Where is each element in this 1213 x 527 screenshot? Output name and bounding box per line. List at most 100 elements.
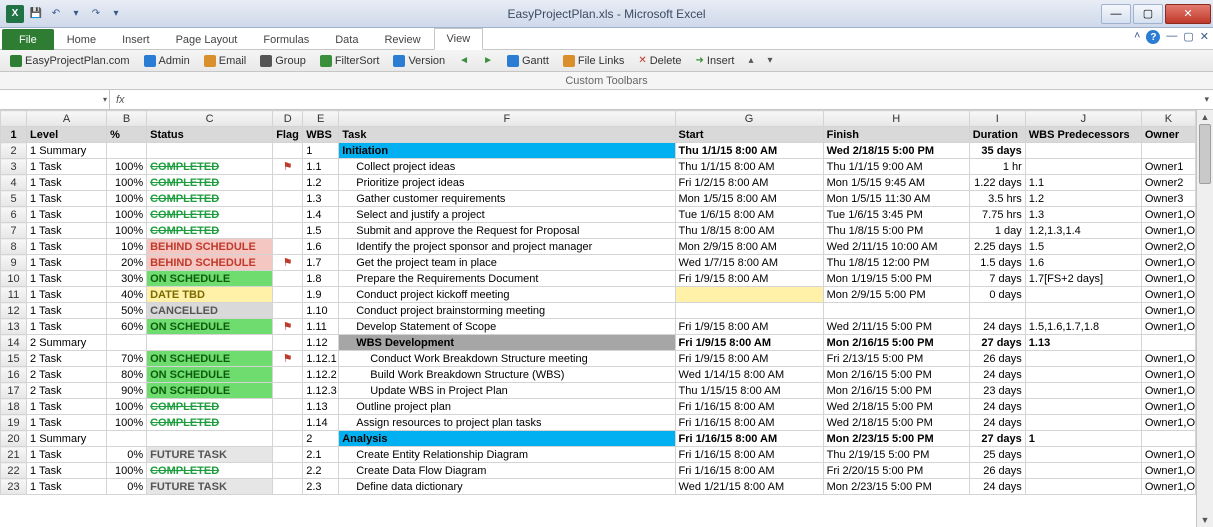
cell-pct[interactable]: 50%	[107, 303, 147, 319]
window-maximize-button[interactable]: ▢	[1133, 4, 1163, 24]
cell-start[interactable]: Thu 1/1/15 8:00 AM	[675, 143, 823, 159]
workbook-restore-button[interactable]: ▢	[1183, 30, 1193, 44]
cell-duration[interactable]: 0 days	[969, 287, 1025, 303]
spreadsheet-grid[interactable]: ABCDEFGHIJK1Level%StatusFlagWBSTaskStart…	[0, 110, 1213, 527]
cell-start[interactable]: Wed 1/7/15 8:00 AM	[675, 255, 823, 271]
cell-start[interactable]: Tue 1/6/15 8:00 AM	[675, 207, 823, 223]
cell-finish[interactable]: Mon 2/23/15 5:00 PM	[823, 431, 969, 447]
cell-status[interactable]	[147, 431, 273, 447]
cell-level[interactable]: 2 Task	[27, 351, 107, 367]
cell-finish[interactable]: Mon 2/16/15 5:00 PM	[823, 335, 969, 351]
cell-wbs[interactable]: 2.1	[303, 447, 339, 463]
cell-level[interactable]: 2 Summary	[27, 335, 107, 351]
cell-task[interactable]: Assign resources to project plan tasks	[339, 415, 675, 431]
toolbar-btn-gantt[interactable]: Gantt	[501, 52, 555, 70]
cell-duration[interactable]: 2.25 days	[969, 239, 1025, 255]
workbook-minimize-button[interactable]: —	[1166, 30, 1177, 44]
cell-flag[interactable]	[273, 303, 303, 319]
cell-duration[interactable]: 1 hr	[969, 159, 1025, 175]
cell-pct[interactable]: 40%	[107, 287, 147, 303]
cell-flag[interactable]	[273, 271, 303, 287]
cell-duration[interactable]: 3.5 hrs	[969, 191, 1025, 207]
cell-owner[interactable]: Owner1,O	[1141, 479, 1195, 495]
cell-flag[interactable]	[273, 383, 303, 399]
cell-pct[interactable]: 70%	[107, 351, 147, 367]
cell-status[interactable]: ON SCHEDULE	[147, 351, 273, 367]
cell-duration[interactable]: 1 day	[969, 223, 1025, 239]
header-cell-A[interactable]: Level	[27, 127, 107, 143]
cell-predecessors[interactable]	[1025, 399, 1141, 415]
cell-owner[interactable]: Owner1,O	[1141, 255, 1195, 271]
cell-flag[interactable]	[273, 399, 303, 415]
cell-predecessors[interactable]	[1025, 479, 1141, 495]
cell-predecessors[interactable]	[1025, 415, 1141, 431]
header-cell-C[interactable]: Status	[147, 127, 273, 143]
col-header-A[interactable]: A	[27, 111, 107, 127]
cell-predecessors[interactable]	[1025, 447, 1141, 463]
cell-predecessors[interactable]: 1.7[FS+2 days]	[1025, 271, 1141, 287]
row-header-5[interactable]: 5	[1, 191, 27, 207]
cell-duration[interactable]: 27 days	[969, 431, 1025, 447]
header-cell-K[interactable]: Owner	[1141, 127, 1195, 143]
scroll-up-icon[interactable]: ▲	[1197, 110, 1213, 124]
cell-pct[interactable]	[107, 335, 147, 351]
cell-duration[interactable]: 24 days	[969, 367, 1025, 383]
cell-wbs[interactable]: 1.7	[303, 255, 339, 271]
cell-finish[interactable]: Fri 2/20/15 5:00 PM	[823, 463, 969, 479]
cell-wbs[interactable]: 1.14	[303, 415, 339, 431]
cell-start[interactable]: Thu 1/15/15 8:00 AM	[675, 383, 823, 399]
cell-flag[interactable]	[273, 143, 303, 159]
cell-wbs[interactable]: 1.2	[303, 175, 339, 191]
cell-flag[interactable]	[273, 191, 303, 207]
cell-status[interactable]: CANCELLED	[147, 303, 273, 319]
vertical-scrollbar[interactable]: ▲ ▼	[1196, 110, 1213, 527]
cell-duration[interactable]: 7 days	[969, 271, 1025, 287]
cell-owner[interactable]: Owner1,O	[1141, 271, 1195, 287]
cell-flag[interactable]	[273, 447, 303, 463]
cell-status[interactable]: COMPLETED	[147, 223, 273, 239]
row-header-8[interactable]: 8	[1, 239, 27, 255]
cell-pct[interactable]: 100%	[107, 159, 147, 175]
cell-finish[interactable]: Wed 2/18/15 5:00 PM	[823, 399, 969, 415]
row-header-3[interactable]: 3	[1, 159, 27, 175]
cell-task[interactable]: WBS Development	[339, 335, 675, 351]
cell-wbs[interactable]: 1.11	[303, 319, 339, 335]
cell-task[interactable]: Conduct project brainstorming meeting	[339, 303, 675, 319]
cell-level[interactable]: 1 Task	[27, 271, 107, 287]
cell-wbs[interactable]: 2.3	[303, 479, 339, 495]
cell-flag[interactable]	[273, 207, 303, 223]
cell-finish[interactable]: Wed 2/18/15 5:00 PM	[823, 143, 969, 159]
cell-duration[interactable]: 24 days	[969, 319, 1025, 335]
cell-duration[interactable]: 27 days	[969, 335, 1025, 351]
col-header-J[interactable]: J	[1025, 111, 1141, 127]
row-15[interactable]: 152 Task70%ON SCHEDULE⚑1.12.1Conduct Wor…	[1, 351, 1196, 367]
tab-page-layout[interactable]: Page Layout	[163, 29, 251, 50]
cell-pct[interactable]: 20%	[107, 255, 147, 271]
col-header-F[interactable]: F	[339, 111, 675, 127]
header-cell-G[interactable]: Start	[675, 127, 823, 143]
cell-predecessors[interactable]: 1.1	[1025, 175, 1141, 191]
row-header-20[interactable]: 20	[1, 431, 27, 447]
cell-owner[interactable]: Owner1,O	[1141, 287, 1195, 303]
cell-task[interactable]: Gather customer requirements	[339, 191, 675, 207]
cell-predecessors[interactable]: 1.3	[1025, 207, 1141, 223]
cell-pct[interactable]: 100%	[107, 399, 147, 415]
cell-pct[interactable]: 60%	[107, 319, 147, 335]
cell-pct[interactable]: 100%	[107, 207, 147, 223]
cell-status[interactable]: COMPLETED	[147, 159, 273, 175]
cell-start[interactable]: Fri 1/16/15 8:00 AM	[675, 463, 823, 479]
row-header-7[interactable]: 7	[1, 223, 27, 239]
row-4[interactable]: 41 Task100%COMPLETED1.2Prioritize projec…	[1, 175, 1196, 191]
cell-flag[interactable]: ⚑	[273, 255, 303, 271]
toolbar-btn-arrow-13[interactable]: ▾	[761, 52, 778, 70]
tab-insert[interactable]: Insert	[109, 29, 163, 50]
cell-status[interactable]: COMPLETED	[147, 207, 273, 223]
cell-duration[interactable]: 26 days	[969, 463, 1025, 479]
row-7[interactable]: 71 Task100%COMPLETED1.5Submit and approv…	[1, 223, 1196, 239]
row-12[interactable]: 121 Task50%CANCELLED1.10Conduct project …	[1, 303, 1196, 319]
tab-view[interactable]: View	[434, 28, 484, 50]
undo-button[interactable]: ↶	[48, 6, 64, 22]
cell-finish[interactable]: Mon 1/19/15 5:00 PM	[823, 271, 969, 287]
cell-pct[interactable]: 0%	[107, 447, 147, 463]
cell-finish[interactable]: Mon 2/23/15 5:00 PM	[823, 479, 969, 495]
